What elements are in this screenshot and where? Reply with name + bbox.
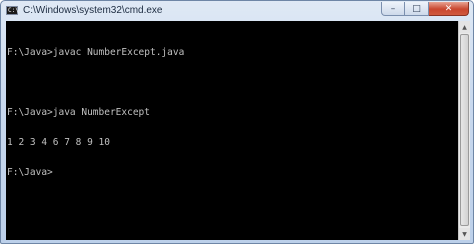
console-line: F:\Java> xyxy=(7,167,53,178)
vertical-scrollbar[interactable]: ▲ ▼ xyxy=(458,21,470,240)
close-button[interactable]: ✕ xyxy=(429,2,469,16)
window-controls: – □ ✕ xyxy=(381,2,469,17)
arrow-up-icon: ▲ xyxy=(462,23,467,31)
scroll-thumb[interactable] xyxy=(460,34,469,226)
close-icon: ✕ xyxy=(444,3,453,14)
command-prompt-icon[interactable]: C:\ xyxy=(6,6,19,15)
maximize-button[interactable]: □ xyxy=(405,2,429,16)
console-line: 1 2 3 4 6 7 8 9 10 xyxy=(7,137,110,148)
console-line: F:\Java>java NumberExcept xyxy=(7,107,150,118)
window-title: C:\Windows\system32\cmd.exe xyxy=(23,5,163,16)
title-bar[interactable]: C:\ C:\Windows\system32\cmd.exe – □ ✕ xyxy=(1,1,473,21)
cmd-window: C:\ C:\Windows\system32\cmd.exe – □ ✕ F:… xyxy=(0,0,474,244)
arrow-down-icon: ▼ xyxy=(462,230,467,238)
minimize-icon: – xyxy=(390,3,396,14)
minimize-button[interactable]: – xyxy=(381,2,405,16)
console-area[interactable]: F:\Java>javac NumberExcept.java F:\Java>… xyxy=(6,21,458,240)
maximize-icon: □ xyxy=(412,3,421,14)
scroll-up-button[interactable]: ▲ xyxy=(459,21,470,33)
console-line: F:\Java>javac NumberExcept.java xyxy=(7,47,185,58)
scroll-down-button[interactable]: ▼ xyxy=(459,228,470,240)
console-output: F:\Java>javac NumberExcept.java F:\Java>… xyxy=(7,28,184,198)
